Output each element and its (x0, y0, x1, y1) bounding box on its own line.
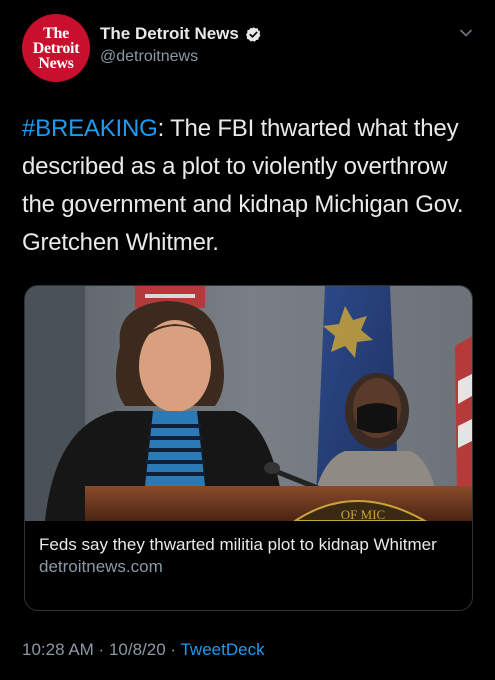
display-name[interactable]: The Detroit News (100, 24, 239, 44)
display-name-row[interactable]: The Detroit News (100, 24, 262, 44)
verified-badge-icon (245, 26, 261, 42)
article-photo[interactable]: OF MIC (25, 286, 472, 521)
avatar-text-line-1: The (43, 24, 69, 42)
tweet-time[interactable]: 10:28 AM (22, 640, 94, 659)
link-card[interactable]: OF MIC Feds say they thwarted militia pl… (24, 285, 473, 611)
meta-separator: · (93, 640, 109, 659)
avatar[interactable]: The Detroit News (22, 14, 90, 82)
tweet-text: #BREAKING: The FBI thwarted what they de… (22, 110, 477, 262)
author-info: The Detroit News @detroitnews (100, 24, 262, 66)
hashtag-link[interactable]: #BREAKING (22, 115, 158, 142)
meta-separator: · (165, 640, 181, 659)
source-link[interactable]: TweetDeck (180, 640, 264, 659)
avatar-text-line-3: News (38, 54, 74, 72)
avatar-text-line-2: Detroit (32, 39, 80, 57)
card-title[interactable]: Feds say they thwarted militia plot to k… (39, 534, 458, 555)
card-text: Feds say they thwarted militia plot to k… (39, 534, 458, 577)
tweet-header: The Detroit News The Detroit News @detro… (22, 14, 477, 84)
tweet-date[interactable]: 10/8/20 (109, 640, 166, 659)
chevron-down-icon[interactable] (459, 26, 473, 40)
handle[interactable]: @detroitnews (100, 48, 262, 66)
seal-text: OF MIC (341, 507, 385, 521)
tweet-meta: 10:28 AM · 10/8/20 · TweetDeck (22, 640, 265, 660)
card-domain: detroitnews.com (39, 557, 163, 576)
